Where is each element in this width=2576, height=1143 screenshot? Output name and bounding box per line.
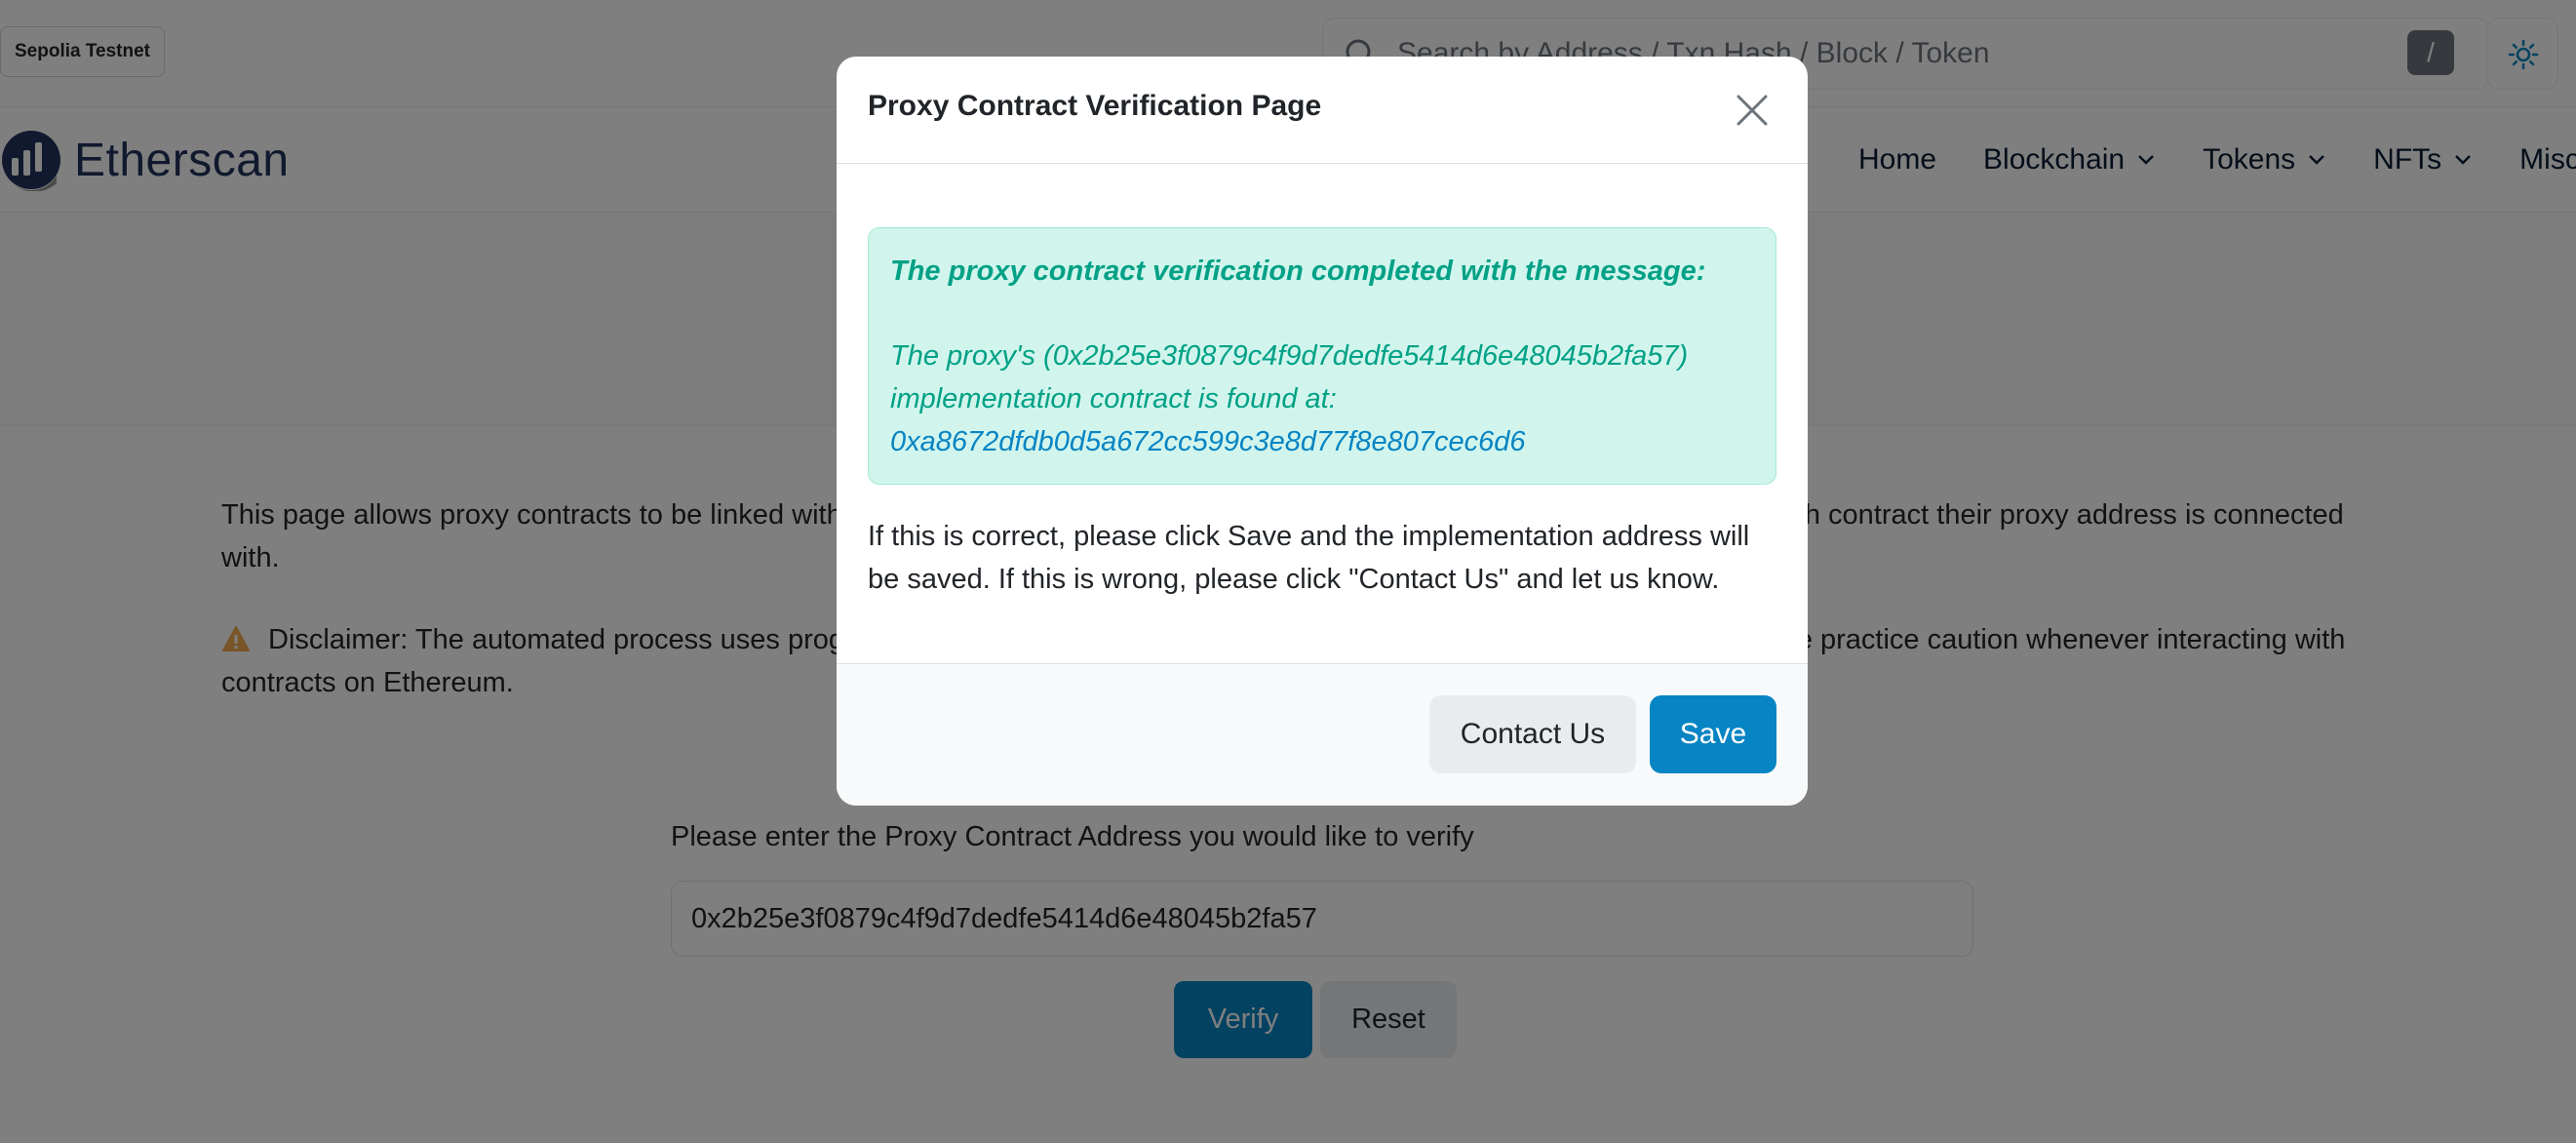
modal-title: Proxy Contract Verification Page	[868, 90, 1322, 122]
close-icon[interactable]	[1734, 92, 1771, 129]
success-alert: The proxy contract verification complete…	[868, 227, 1776, 485]
contact-us-button[interactable]: Contact Us	[1429, 695, 1636, 773]
alert-text: The proxy's (0x2b25e3f0879c4f9d7dedfe541…	[890, 340, 1689, 414]
alert-message: The proxy's (0x2b25e3f0879c4f9d7dedfe541…	[890, 335, 1754, 463]
save-button[interactable]: Save	[1650, 695, 1776, 773]
modal-body-text: If this is correct, please click Save an…	[868, 521, 1750, 595]
modal-header: Proxy Contract Verification Page	[837, 57, 1808, 164]
modal-footer: Contact Us Save	[837, 663, 1808, 806]
proxy-verification-modal: Proxy Contract Verification Page The pro…	[837, 57, 1808, 806]
implementation-address-link[interactable]: 0xa8672dfdb0d5a672cc599c3e8d77f8e807cec6…	[890, 426, 1525, 457]
alert-heading: The proxy contract verification complete…	[890, 256, 1706, 287]
